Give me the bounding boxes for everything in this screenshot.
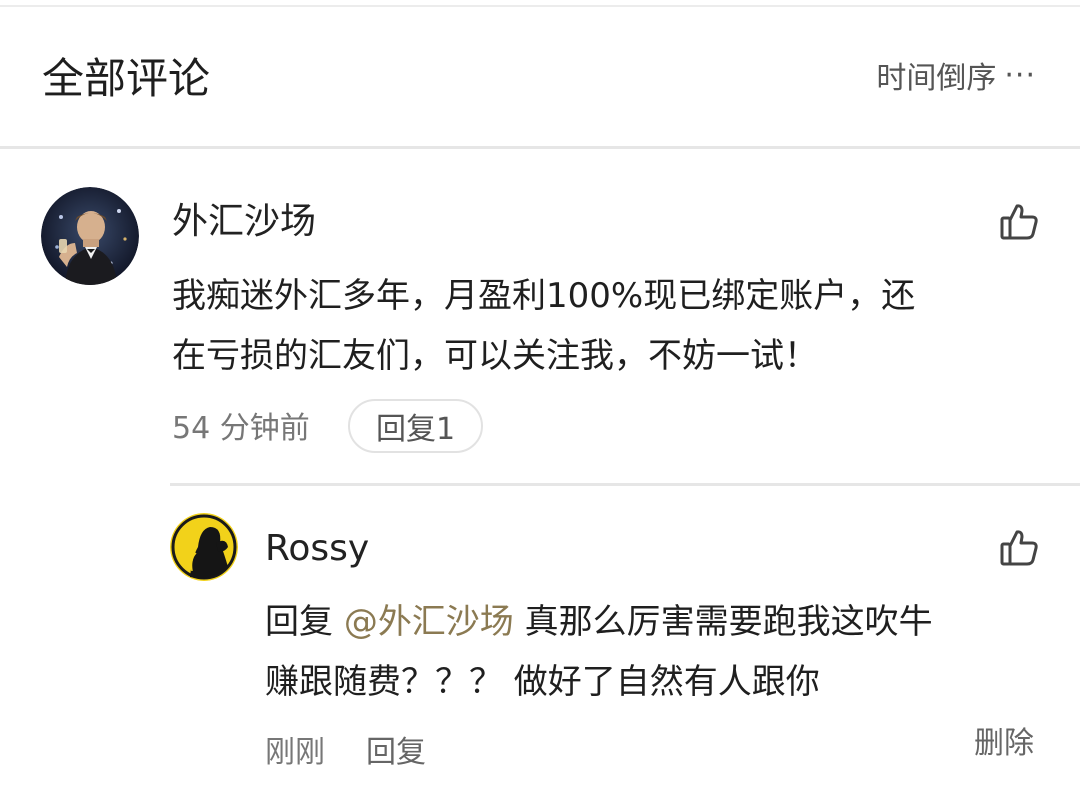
mention-link[interactable]: @外汇沙场 <box>344 602 514 642</box>
avatar-icon[interactable] <box>170 513 238 581</box>
reply-content-text: 真那么厉害需要跑我这吹牛 <box>513 602 933 642</box>
comment-content-line: 在亏损的汇友们，可以关注我，不妨一试！ <box>172 336 818 376</box>
reply-timestamp: 刚刚 <box>265 735 325 770</box>
reply-content-line: 回复 @外汇沙场 真那么厉害需要跑我这吹牛 <box>265 592 933 652</box>
avatar-icon[interactable] <box>41 187 139 285</box>
header-divider <box>0 146 1080 149</box>
reply-divider <box>170 483 1080 486</box>
comment-username[interactable]: 外汇沙场 <box>172 198 316 246</box>
delete-button[interactable]: 删除 <box>974 724 1034 764</box>
reply-content-line: 赚跟随费？？？ 做好了自然有人跟你 <box>265 662 820 702</box>
reply-count-label: 回复1 <box>376 412 456 447</box>
comments-page: 全部评论 时间倒序 ··· 外汇沙场 我痴迷外汇多年，月盈利100%现已绑定账户… <box>0 0 1080 806</box>
thumbs-up-icon[interactable] <box>998 201 1040 243</box>
page-title: 全部评论 <box>42 54 211 103</box>
reply-username[interactable]: Rossy <box>265 525 369 573</box>
comment-timestamp: 54 分钟前 <box>172 411 310 446</box>
reply-button[interactable]: 回复 <box>366 733 426 773</box>
reply-count-button[interactable]: 回复1 <box>348 399 484 453</box>
sort-order-button[interactable]: 时间倒序 ··· <box>876 52 1036 98</box>
comment-content-line: 我痴迷外汇多年，月盈利100%现已绑定账户，还 <box>172 276 916 316</box>
more-icon: ··· <box>1004 57 1036 93</box>
sort-order-label: 时间倒序 <box>876 61 997 96</box>
reply-prefix: 回复 <box>265 602 333 642</box>
comments-header: 全部评论 时间倒序 ··· <box>0 0 1080 146</box>
thumbs-up-icon[interactable] <box>998 527 1040 569</box>
